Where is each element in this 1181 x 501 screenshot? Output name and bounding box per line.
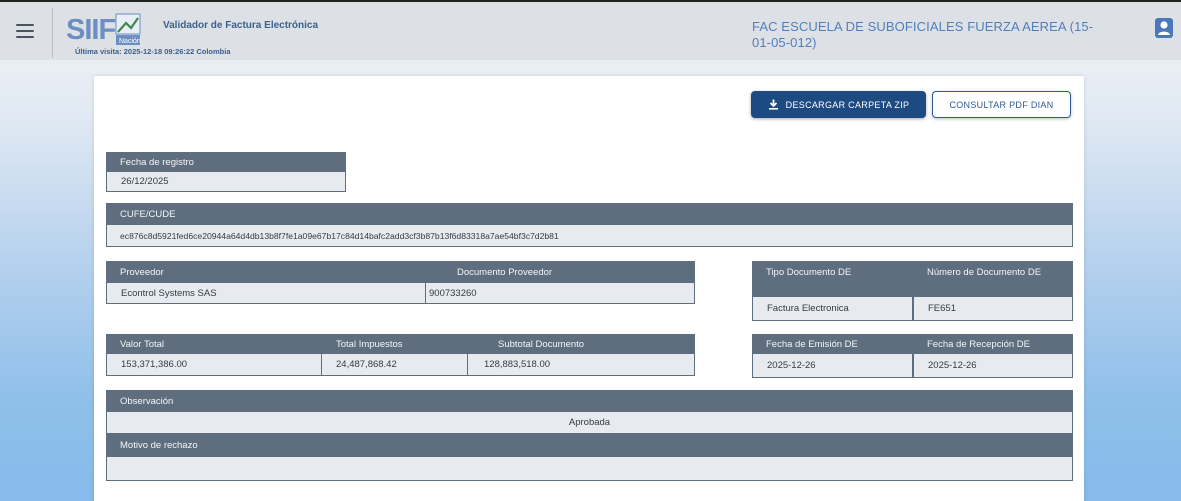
subtotal-label: Subtotal Documento: [498, 338, 585, 350]
svg-text:SIIF: SIIF: [66, 14, 115, 46]
download-zip-button[interactable]: DESCARGAR CARPETA ZIP: [751, 91, 926, 118]
tipo-documento-label: Tipo Documento DE: [766, 267, 852, 278]
proveedor-label: Proveedor: [120, 266, 164, 278]
motivo-rechazo-label: Motivo de rechazo: [106, 434, 1073, 457]
fecha-recepcion-label: Fecha de Recepción DE: [927, 338, 1030, 350]
total-impuestos-label: Total Impuestos: [336, 338, 403, 350]
entity-name: FAC ESCUELA DE SUBOFICIALES FUERZA AEREA…: [752, 19, 1094, 50]
cufe-label: CUFE/CUDE: [106, 203, 1073, 225]
download-zip-label: DESCARGAR CARPETA ZIP: [785, 99, 910, 110]
user-icon[interactable]: [1155, 18, 1173, 38]
total-impuestos-value: 24,487,868.42: [322, 354, 468, 376]
subtotal-value: 128,883,518.00: [468, 354, 695, 376]
fecha-emision-value: 2025-12-26: [752, 354, 913, 378]
consult-pdf-button[interactable]: CONSULTAR PDF DIAN: [932, 91, 1071, 118]
motivo-rechazo-value: [106, 457, 1073, 481]
svg-text:Nación: Nación: [119, 38, 141, 45]
download-icon: [768, 99, 778, 110]
tipo-documento-value: Factura Electronica: [752, 297, 913, 321]
proveedor-value: Econtrol Systems SAS: [106, 283, 426, 304]
top-header: SIIF Nación Validador de Factura Electró…: [0, 0, 1181, 60]
fecha-emision-label: Fecha de Emisión DE: [766, 338, 858, 350]
last-visit: Última visita: 2025-12-18 09:26:22 Colom…: [75, 47, 231, 56]
fecha-registro-label: Fecha de registro: [106, 152, 346, 172]
valor-total-label: Valor Total: [120, 338, 165, 350]
documento-proveedor-label: Documento Proveedor: [457, 266, 553, 278]
observacion-value: Aprobada: [106, 412, 1073, 434]
fecha-registro-value: 26/12/2025: [106, 172, 346, 192]
header-divider: [52, 8, 53, 58]
valor-total-value: 153,371,386.00: [106, 354, 322, 376]
siif-logo: SIIF Nación: [66, 13, 141, 46]
numero-documento-value: FE651: [913, 297, 1073, 321]
numero-documento-label: Número de Documento DE: [927, 267, 1042, 278]
cufe-value: ec876c8d5921fed6ce20944a64d4db13b8f7fe1a…: [106, 225, 1073, 247]
documento-proveedor-value: 900733260: [426, 283, 695, 304]
observacion-label: Observación: [106, 390, 1073, 412]
app-title: Validador de Factura Electrónica: [163, 20, 319, 31]
menu-icon[interactable]: [16, 24, 34, 38]
fecha-recepcion-value: 2025-12-26: [913, 354, 1073, 378]
